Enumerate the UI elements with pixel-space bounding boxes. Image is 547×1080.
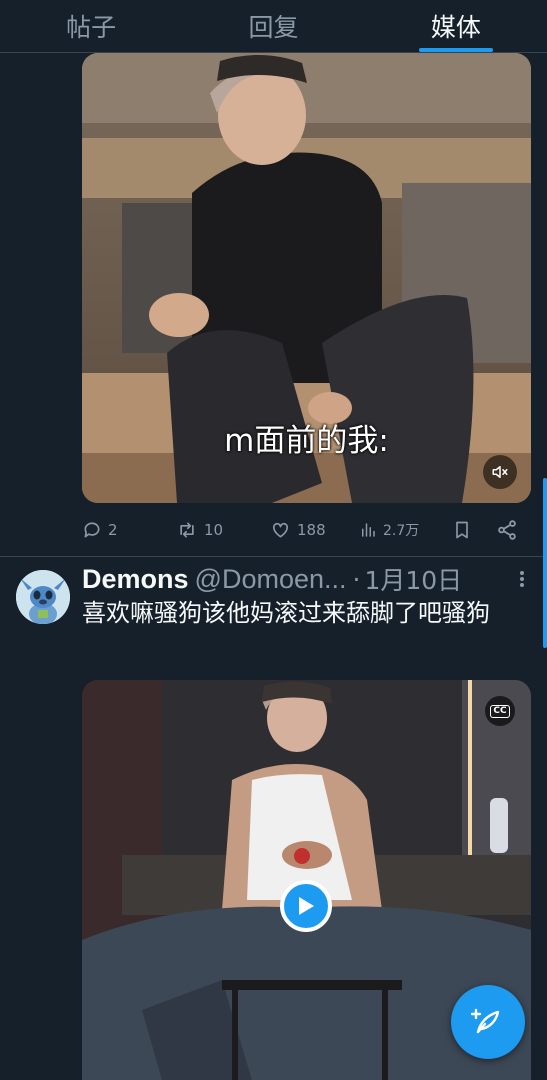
views-chart-icon: [362, 523, 375, 537]
compose-feather-icon: [471, 1008, 500, 1034]
more-options-button[interactable]: [519, 570, 525, 592]
post-divider: [0, 556, 547, 557]
share-icon: [498, 520, 516, 540]
reply-button[interactable]: 2: [82, 520, 118, 540]
post-timestamp[interactable]: 1月10日: [364, 561, 462, 597]
views-button[interactable]: 2.7万: [359, 520, 419, 540]
author-handle[interactable]: @Domoen...: [195, 564, 347, 595]
header-separator: ·: [352, 564, 361, 594]
cc-label: CC: [490, 704, 510, 718]
views-count: 2.7万: [383, 523, 420, 539]
stitch-avatar-image: [16, 570, 70, 624]
volume-mute-icon: [492, 466, 508, 478]
post-2-text: 喜欢嘛骚狗该他妈滚过来舔脚了吧骚狗: [82, 599, 490, 627]
play-icon: [299, 897, 314, 915]
reply-icon: [84, 522, 100, 538]
retweet-count: 10: [204, 521, 224, 539]
compose-post-button[interactable]: [451, 985, 525, 1059]
tab-media-label: 媒体: [430, 13, 481, 42]
avatar[interactable]: [16, 570, 70, 624]
mute-button[interactable]: [483, 455, 517, 489]
bookmark-button[interactable]: [452, 519, 472, 541]
tab-media[interactable]: 媒体: [365, 0, 547, 52]
active-tab-indicator: [418, 48, 493, 52]
heart-icon: [273, 522, 288, 538]
video-caption-text: m面前的我:: [224, 423, 389, 459]
more-vertical-icon: [520, 571, 524, 587]
profile-tabs: 帖子 回复 媒体: [0, 0, 547, 53]
share-button[interactable]: [496, 519, 518, 541]
post-1-action-bar: 2 10 188 2.7万: [82, 512, 522, 548]
author-name[interactable]: Demons: [82, 564, 189, 595]
tab-replies[interactable]: 回复: [182, 0, 364, 52]
like-button[interactable]: 188: [270, 520, 326, 540]
tab-posts[interactable]: 帖子: [0, 0, 182, 52]
tab-replies-label: 回复: [248, 13, 299, 42]
play-button[interactable]: [280, 880, 332, 932]
bookmark-icon: [456, 521, 468, 539]
like-count: 188: [297, 521, 326, 539]
closed-captions-button[interactable]: CC: [485, 696, 515, 726]
reply-count: 2: [108, 521, 118, 539]
scrollbar-thumb[interactable]: [543, 478, 547, 648]
post-video-1[interactable]: m面前的我:: [82, 53, 531, 503]
post-2-header: Demons @Domoen... · 1月10日: [82, 562, 527, 596]
tab-posts-label: 帖子: [66, 13, 117, 42]
retweet-icon: [180, 522, 194, 538]
retweet-button[interactable]: 10: [176, 520, 223, 540]
